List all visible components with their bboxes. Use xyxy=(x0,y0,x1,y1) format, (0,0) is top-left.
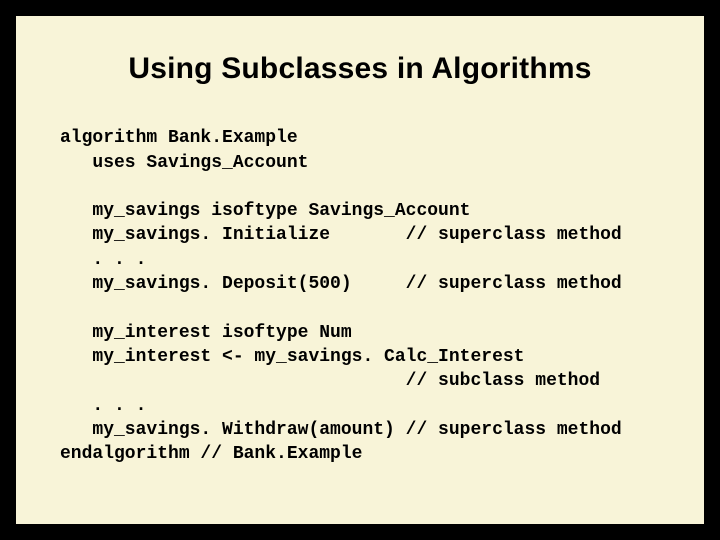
code-line: algorithm Bank.Example xyxy=(60,128,298,148)
code-line: my_savings. Withdraw(amount) // supercla… xyxy=(60,420,622,440)
code-line: my_interest <- my_savings. Calc_Interest xyxy=(60,347,524,367)
code-line: endalgorithm // Bank.Example xyxy=(60,444,362,464)
code-line: my_interest isoftype Num xyxy=(60,323,352,343)
code-line: my_savings isoftype Savings_Account xyxy=(60,201,470,221)
slide-frame: Using Subclasses in Algorithms algorithm… xyxy=(0,0,720,540)
code-line: // subclass method xyxy=(60,371,600,391)
code-line: my_savings. Initialize // superclass met… xyxy=(60,225,622,245)
code-block: algorithm Bank.Example uses Savings_Acco… xyxy=(60,102,660,466)
code-line: . . . xyxy=(60,396,146,416)
code-line: uses Savings_Account xyxy=(60,153,308,173)
slide-canvas: Using Subclasses in Algorithms algorithm… xyxy=(14,14,706,526)
code-line: my_savings. Deposit(500) // superclass m… xyxy=(60,274,622,294)
slide-title: Using Subclasses in Algorithms xyxy=(60,52,660,86)
code-line: . . . xyxy=(60,250,146,270)
